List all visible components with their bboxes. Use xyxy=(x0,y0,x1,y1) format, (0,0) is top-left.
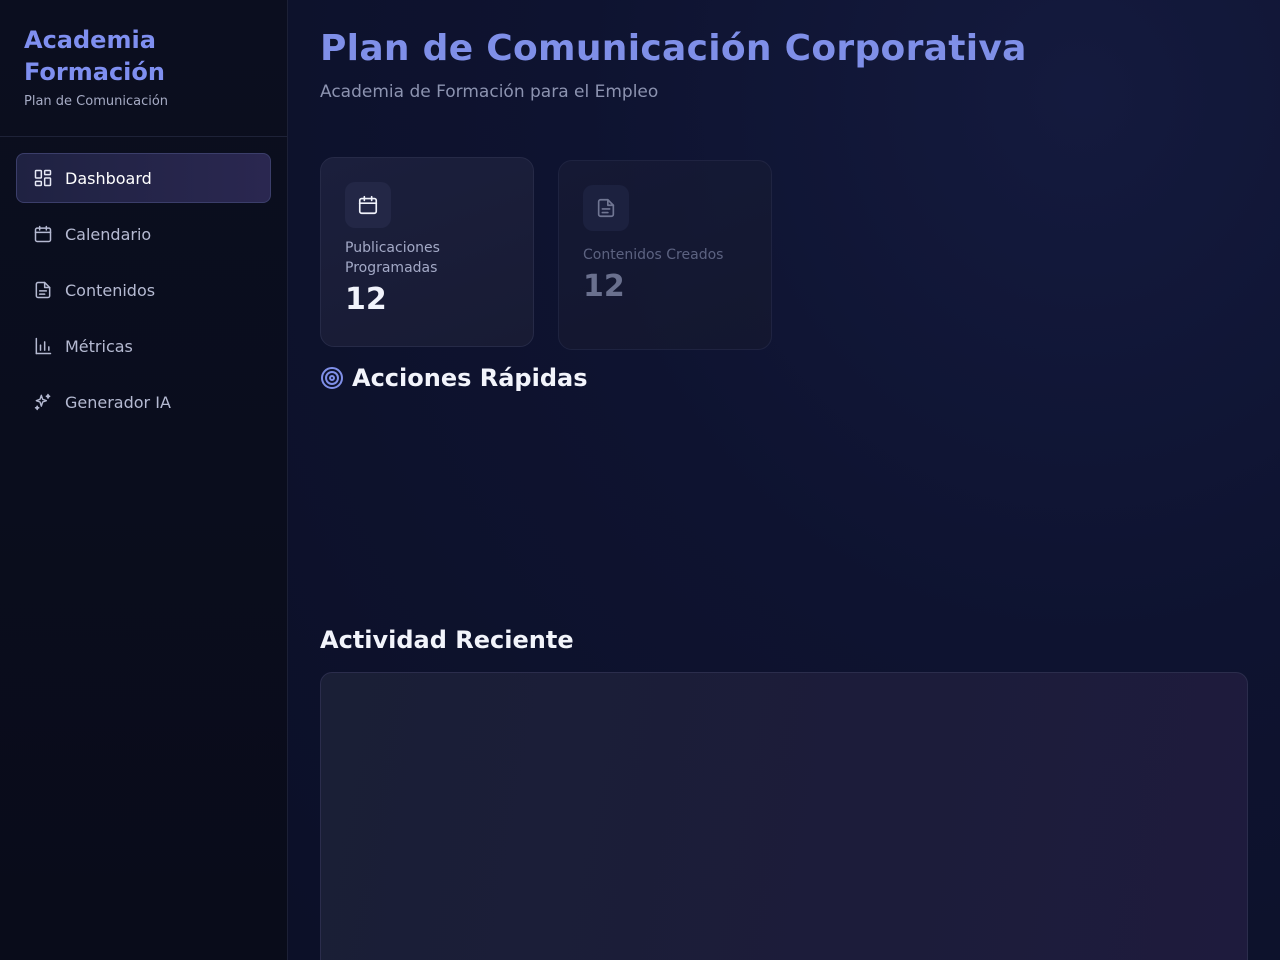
sidebar-item-label: Calendario xyxy=(65,224,152,244)
calendar-icon xyxy=(33,224,53,244)
recent-activity-heading: Actividad Reciente xyxy=(320,626,574,654)
sidebar-item-metricas[interactable]: Métricas xyxy=(16,321,271,371)
stat-value: 12 xyxy=(583,269,625,304)
brand: Academia Formación Plan de Comunicación xyxy=(0,0,287,137)
stat-value: 12 xyxy=(345,282,387,317)
stat-label: Publicaciones Programadas xyxy=(345,240,440,276)
quick-actions-title: Acciones Rápidas xyxy=(352,364,588,392)
sidebar-item-generador-ia[interactable]: Generador IA xyxy=(16,377,271,427)
sidebar-item-label: Métricas xyxy=(65,336,133,356)
target-icon xyxy=(320,366,344,390)
brand-subtitle: Plan de Comunicación xyxy=(24,94,169,109)
page-title: Plan de Comunicación Corporativa xyxy=(320,28,1027,69)
sidebar-item-contenidos[interactable]: Contenidos xyxy=(16,265,271,315)
main-content: Plan de Comunicación Corporativa Academi… xyxy=(288,0,1280,960)
sidebar-nav: Dashboard Calendario Contenidos Métricas… xyxy=(0,137,287,449)
app-root: Academia Formación Plan de Comunicación … xyxy=(0,0,1280,960)
page-subtitle: Academia de Formación para el Empleo xyxy=(320,82,659,102)
quick-actions-heading: Acciones Rápidas xyxy=(320,364,588,392)
recent-activity-title: Actividad Reciente xyxy=(320,626,574,654)
sidebar: Academia Formación Plan de Comunicación … xyxy=(0,0,288,960)
sidebar-item-calendario[interactable]: Calendario xyxy=(16,209,271,259)
stat-icon-box xyxy=(583,185,629,231)
dashboard-icon xyxy=(33,168,53,188)
sparkles-icon xyxy=(33,392,53,412)
document-icon xyxy=(33,280,53,300)
sidebar-item-label: Generador IA xyxy=(65,392,171,412)
stat-icon-box xyxy=(345,182,391,228)
stat-card-contenidos[interactable]: Contenidos Creados 12 xyxy=(558,160,772,350)
calendar-icon xyxy=(357,194,379,216)
stat-card-publicaciones[interactable]: Publicaciones Programadas 12 xyxy=(320,157,534,347)
sidebar-item-label: Contenidos xyxy=(65,280,156,300)
bar-chart-icon xyxy=(33,336,53,356)
sidebar-item-label: Dashboard xyxy=(65,168,152,188)
recent-activity-panel xyxy=(320,672,1248,960)
sidebar-item-dashboard[interactable]: Dashboard xyxy=(16,153,271,203)
brand-title: Academia Formación xyxy=(24,26,165,86)
stat-label: Contenidos Creados xyxy=(583,247,724,263)
document-icon xyxy=(595,197,617,219)
